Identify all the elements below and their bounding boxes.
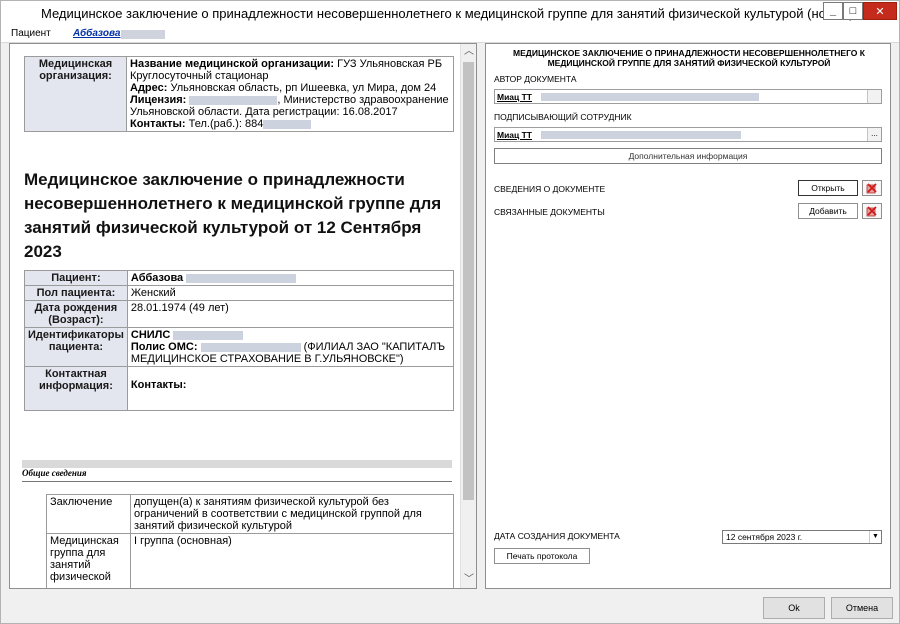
redacted-text bbox=[263, 119, 312, 129]
add-button[interactable]: Добавить bbox=[798, 203, 858, 219]
org-contacts-value: Тел.(раб.): 884 bbox=[188, 118, 264, 130]
redacted-text bbox=[121, 30, 165, 39]
document-content: Медицинская организация: Название медици… bbox=[10, 44, 460, 588]
cancel-button[interactable]: Отмена bbox=[831, 597, 893, 619]
signer-label: ПОДПИСЫВАЮЩИЙ СОТРУДНИК bbox=[494, 112, 632, 122]
dob-value: 28.01.1974 (49 лет) bbox=[126, 300, 455, 328]
author-label: АВТОР ДОКУМЕНТА bbox=[494, 74, 577, 84]
org-name-key: Название медицинской организации: bbox=[130, 58, 335, 70]
organization-table: Медицинская организация: Название медици… bbox=[24, 56, 454, 132]
doc-info-label: СВЕДЕНИЯ О ДОКУМЕНТЕ bbox=[494, 184, 606, 194]
delete-related-button[interactable] bbox=[862, 203, 882, 219]
author-field[interactable]: Миац ТТ bbox=[494, 89, 882, 104]
document-preview[interactable]: Медицинская организация: Название медици… bbox=[9, 43, 477, 589]
org-label: Медицинская организация: bbox=[24, 56, 127, 132]
created-date-picker[interactable]: 12 сентября 2023 г. ▼ bbox=[722, 530, 882, 544]
patient-strip: Пациент Аббазова bbox=[1, 27, 899, 43]
patient-field-label: Пациент: bbox=[24, 270, 128, 286]
redacted-text bbox=[541, 131, 741, 139]
org-license-key: Лицензия: bbox=[130, 94, 187, 106]
section-title: Общие сведения bbox=[22, 468, 87, 478]
author-value: Миац ТТ bbox=[497, 92, 533, 102]
signer-browse-button[interactable]: ... bbox=[867, 128, 881, 141]
org-contacts-key: Контакты: bbox=[130, 118, 186, 130]
print-protocol-button[interactable]: Печать протокола bbox=[494, 548, 590, 564]
group-value: I группа (основная) bbox=[130, 533, 454, 588]
scroll-thumb[interactable] bbox=[463, 62, 474, 500]
patient-field-value: Аббазова bbox=[126, 270, 455, 286]
ok-button[interactable]: Ok bbox=[763, 597, 825, 619]
dob-label: Дата рождения (Возраст): bbox=[24, 300, 128, 328]
panel-heading: МЕДИЦИНСКОЕ ЗАКЛЮЧЕНИЕ О ПРИНАДЛЕЖНОСТИ … bbox=[513, 48, 865, 68]
patient-link[interactable]: Аббазова bbox=[73, 28, 120, 39]
redacted-text bbox=[173, 330, 244, 340]
close-button[interactable]: ✕ bbox=[863, 2, 897, 20]
maximize-button[interactable]: □ bbox=[843, 2, 863, 20]
patient-label: Пациент bbox=[11, 28, 51, 39]
dialog-window: Медицинское заключение о принадлежности … bbox=[0, 0, 900, 624]
chevron-down-icon[interactable]: ▼ bbox=[869, 531, 881, 543]
conclusion-label: Заключение bbox=[46, 494, 131, 534]
identifiers-label: Идентификаторы пациента: bbox=[24, 327, 128, 367]
patient-name: Аббазова bbox=[130, 272, 184, 284]
org-address-value: Ульяновская область, рп Ишеевка, ул Мира… bbox=[170, 82, 437, 94]
patient-table: Пациент: Аббазова Пол пациента: Женский … bbox=[24, 270, 455, 411]
identifiers-value: СНИЛС Полис ОМС: (ФИЛИАЛ ЗАО "КАПИТАЛЪ М… bbox=[126, 327, 455, 367]
section-rule bbox=[22, 481, 452, 482]
sex-value: Женский bbox=[126, 285, 455, 301]
group-label: Медицинская группа для занятий физическо… bbox=[46, 533, 131, 588]
vertical-scrollbar[interactable]: ︿ ﹀ bbox=[460, 44, 476, 588]
general-info-table: Заключение допущен(а) к занятиям физичес… bbox=[46, 494, 454, 588]
redacted-text bbox=[200, 342, 301, 352]
created-date-label: ДАТА СОЗДАНИЯ ДОКУМЕНТА bbox=[494, 531, 620, 541]
open-button[interactable]: Открыть bbox=[798, 180, 858, 196]
redacted-text bbox=[186, 273, 297, 283]
org-address-key: Адрес: bbox=[130, 82, 168, 94]
author-browse-button[interactable] bbox=[867, 90, 881, 103]
title-bar: Медицинское заключение о принадлежности … bbox=[1, 1, 899, 27]
redacted-text bbox=[541, 93, 759, 101]
related-docs-label: СВЯЗАННЫЕ ДОКУМЕНТЫ bbox=[494, 207, 605, 217]
org-details: Название медицинской организации: ГУЗ Ул… bbox=[126, 56, 454, 132]
delete-doc-info-button[interactable] bbox=[862, 180, 882, 196]
contact-label: Контактная информация: bbox=[24, 366, 128, 411]
scroll-down-icon[interactable]: ﹀ bbox=[461, 572, 476, 588]
oms-key: Полис ОМС: bbox=[130, 341, 198, 353]
signer-value: Миац ТТ bbox=[497, 130, 533, 140]
redacted-text bbox=[189, 95, 278, 105]
delete-icon bbox=[866, 183, 877, 194]
delete-icon bbox=[866, 206, 877, 217]
snils-key: СНИЛС bbox=[130, 329, 171, 341]
signer-field[interactable]: Миац ТТ ... bbox=[494, 127, 882, 142]
contact-value: Контакты: bbox=[126, 366, 455, 411]
created-date-value: 12 сентября 2023 г. bbox=[726, 532, 803, 542]
minimize-button[interactable]: _ bbox=[823, 2, 843, 20]
extra-info-button[interactable]: Дополнительная информация bbox=[494, 148, 882, 164]
conclusion-value: допущен(а) к занятиям физической культур… bbox=[130, 494, 454, 534]
scroll-up-icon[interactable]: ︿ bbox=[461, 44, 476, 60]
sex-label: Пол пациента: bbox=[24, 285, 128, 301]
document-properties-panel: МЕДИЦИНСКОЕ ЗАКЛЮЧЕНИЕ О ПРИНАДЛЕЖНОСТИ … bbox=[485, 43, 891, 589]
window-title: Медицинское заключение о принадлежности … bbox=[41, 6, 854, 21]
document-title: Медицинское заключение о принадлежности … bbox=[24, 170, 442, 261]
section-divider bbox=[22, 460, 452, 468]
